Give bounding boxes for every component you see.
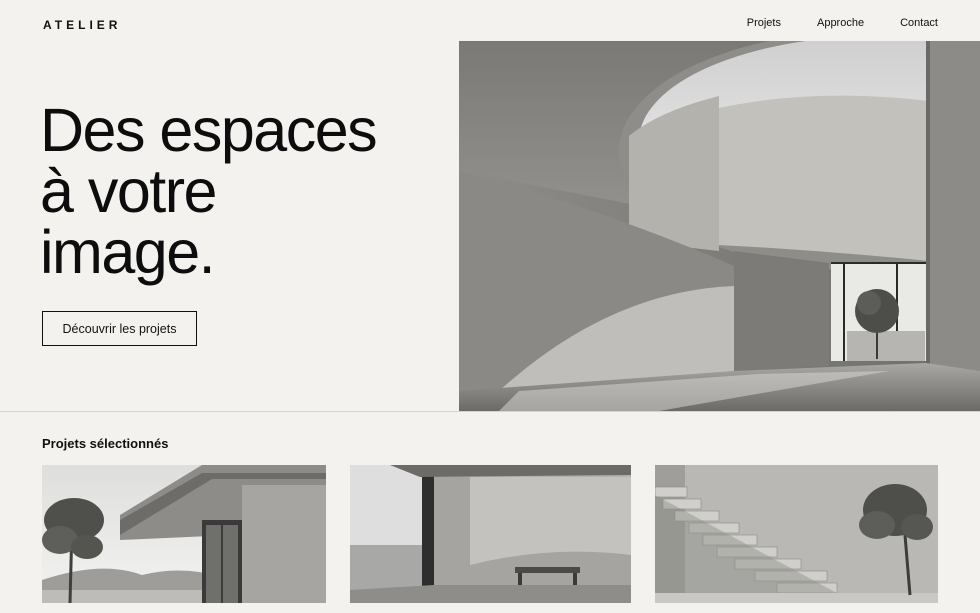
nav-link-contact[interactable]: Contact — [900, 17, 938, 29]
discover-projects-button[interactable]: Découvrir les projets — [42, 311, 197, 346]
project-card[interactable] — [655, 465, 938, 603]
hero-title-line: Des espaces — [40, 96, 378, 164]
nav-link-approche[interactable]: Approche — [817, 17, 864, 29]
hero-title-line: image. — [40, 218, 216, 286]
hero-title: Des espaces à votre image. — [40, 100, 440, 283]
section-divider — [0, 411, 980, 412]
project-card[interactable] — [42, 465, 326, 603]
main-nav: Projets Approche Contact — [747, 17, 938, 29]
nav-link-projets[interactable]: Projets — [747, 17, 781, 29]
section-title-projects: Projets sélectionnés — [42, 436, 169, 451]
hero-image — [459, 41, 980, 411]
hero-title-line: à votre — [40, 157, 218, 225]
logo[interactable]: ATELIER — [43, 18, 121, 32]
project-card[interactable] — [350, 465, 631, 603]
